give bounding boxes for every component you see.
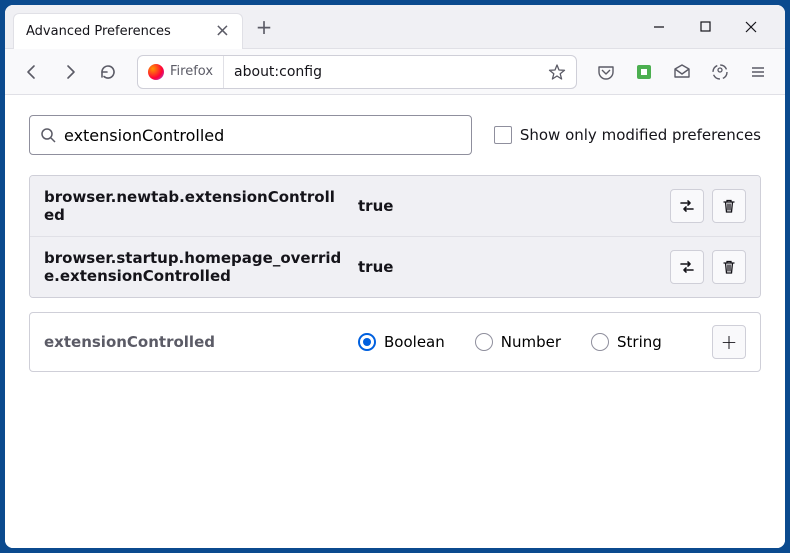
titlebar: Advanced Preferences × + bbox=[5, 5, 785, 49]
new-tab-button[interactable]: + bbox=[249, 12, 279, 42]
identity-box[interactable]: Firefox bbox=[148, 56, 224, 88]
url-text: about:config bbox=[234, 64, 548, 80]
pref-value: true bbox=[358, 197, 656, 215]
search-input[interactable] bbox=[64, 126, 461, 145]
pref-actions bbox=[670, 250, 746, 284]
firefox-icon bbox=[148, 64, 164, 80]
radio-icon bbox=[591, 333, 609, 351]
toggle-button[interactable] bbox=[670, 189, 704, 223]
reload-button[interactable] bbox=[91, 55, 125, 89]
browser-window: Advanced Preferences × + bbox=[5, 5, 785, 548]
radio-string[interactable]: String bbox=[591, 333, 662, 351]
tab-title: Advanced Preferences bbox=[26, 24, 171, 39]
search-icon bbox=[40, 127, 56, 143]
inbox-icon[interactable] bbox=[665, 55, 699, 89]
radio-label: Boolean bbox=[384, 333, 445, 351]
pref-value: true bbox=[358, 258, 656, 276]
extension-icon[interactable] bbox=[627, 55, 661, 89]
add-button[interactable]: + bbox=[712, 325, 746, 359]
new-pref-name: extensionControlled bbox=[44, 333, 344, 351]
nav-toolbar: Firefox about:config bbox=[5, 49, 785, 95]
pref-name: browser.startup.homepage_override.extens… bbox=[44, 249, 344, 285]
pref-actions: + bbox=[712, 325, 746, 359]
close-tab-icon[interactable]: × bbox=[215, 22, 230, 40]
radio-label: Number bbox=[501, 333, 561, 351]
radio-icon bbox=[358, 333, 376, 351]
pref-row: browser.newtab.extensionControlled true bbox=[30, 176, 760, 237]
radio-icon bbox=[475, 333, 493, 351]
show-modified-checkbox[interactable]: Show only modified preferences bbox=[494, 126, 761, 144]
delete-button[interactable] bbox=[712, 250, 746, 284]
window-controls bbox=[645, 13, 777, 41]
pref-name: browser.newtab.extensionControlled bbox=[44, 188, 344, 224]
delete-button[interactable] bbox=[712, 189, 746, 223]
radio-label: String bbox=[617, 333, 662, 351]
preferences-list: browser.newtab.extensionControlled true … bbox=[29, 175, 761, 298]
maximize-button[interactable] bbox=[691, 13, 719, 41]
pref-row: browser.startup.homepage_override.extens… bbox=[30, 237, 760, 297]
radio-number[interactable]: Number bbox=[475, 333, 561, 351]
url-bar[interactable]: Firefox about:config bbox=[137, 55, 577, 89]
add-pref-row: extensionControlled Boolean Number Strin… bbox=[30, 313, 760, 371]
add-preference-box: extensionControlled Boolean Number Strin… bbox=[29, 312, 761, 372]
type-radio-group: Boolean Number String bbox=[358, 333, 698, 351]
account-icon[interactable] bbox=[703, 55, 737, 89]
show-modified-label: Show only modified preferences bbox=[520, 126, 761, 144]
search-row: Show only modified preferences bbox=[29, 115, 761, 155]
menu-button[interactable] bbox=[741, 55, 775, 89]
close-window-button[interactable] bbox=[737, 13, 765, 41]
about-config-content: Show only modified preferences browser.n… bbox=[5, 95, 785, 548]
search-box[interactable] bbox=[29, 115, 472, 155]
checkbox-icon bbox=[494, 126, 512, 144]
pref-actions bbox=[670, 189, 746, 223]
identity-label: Firefox bbox=[170, 64, 213, 79]
back-button[interactable] bbox=[15, 55, 49, 89]
bookmark-star-icon[interactable] bbox=[548, 63, 566, 81]
browser-tab[interactable]: Advanced Preferences × bbox=[13, 13, 243, 49]
toggle-button[interactable] bbox=[670, 250, 704, 284]
radio-boolean[interactable]: Boolean bbox=[358, 333, 445, 351]
minimize-button[interactable] bbox=[645, 13, 673, 41]
forward-button[interactable] bbox=[53, 55, 87, 89]
pocket-icon[interactable] bbox=[589, 55, 623, 89]
